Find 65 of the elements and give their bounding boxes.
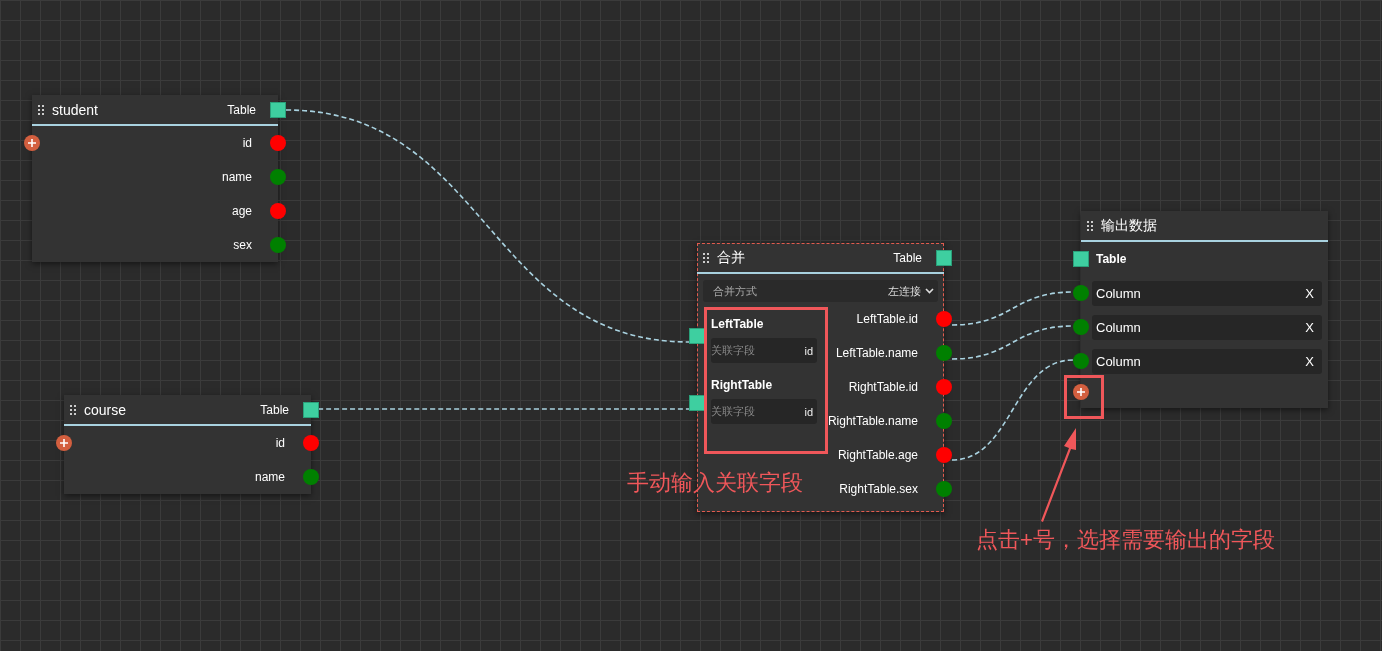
port-label: Table [227,102,256,117]
input-label: RightTable [711,377,774,394]
annotation-text: 手动输入关联字段 [627,469,803,497]
output-port[interactable] [303,435,319,451]
column-field[interactable]: Column X [1092,314,1322,340]
input-port[interactable] [1073,353,1089,369]
output-port[interactable] [270,203,286,219]
output-port[interactable] [270,237,286,253]
field-label: RightTable.sex [839,482,918,496]
field-label: name [254,470,285,484]
plus-icon [28,139,36,147]
drag-handle-icon[interactable] [70,404,76,415]
highlight-box [1064,375,1104,419]
plus-icon [60,439,68,447]
input-port[interactable] [1073,319,1089,335]
chevron-down-icon [925,288,934,294]
field-label: id [242,136,252,150]
join-key-field[interactable]: 关联字段 id [711,399,817,424]
input-port[interactable] [1073,285,1089,301]
output-port[interactable] [270,135,286,151]
input-port[interactable] [689,395,705,411]
remove-button[interactable]: X [1305,285,1314,301]
add-button[interactable] [1073,384,1089,400]
drag-handle-icon[interactable] [703,252,709,263]
plus-icon [1077,388,1085,396]
node-card[interactable] [64,395,311,494]
field-label: RightTable.name [827,414,918,428]
output-port[interactable] [936,447,952,463]
node-title: course [84,401,128,418]
output-port[interactable] [936,379,952,395]
output-port[interactable] [936,345,952,361]
node-title: 输出数据 [1101,216,1158,235]
output-port[interactable] [270,169,286,185]
port-label: Table [1096,252,1127,266]
node-title: 合并 [717,248,746,267]
field-label: id [275,436,285,450]
drag-handle-icon[interactable] [1087,220,1093,231]
join-key-field[interactable]: 关联字段 id [711,338,817,363]
node-card[interactable] [32,95,278,262]
output-port[interactable] [936,311,952,327]
remove-button[interactable]: X [1305,319,1314,335]
input-label: LeftTable [711,316,765,333]
add-button[interactable] [24,135,40,151]
port-label: Table [893,250,922,265]
remove-button[interactable]: X [1305,353,1314,369]
field-label: RightTable.age [837,448,918,462]
field-label: LeftTable.id [856,312,918,326]
field-label: age [231,204,252,218]
field-label: name [221,170,252,184]
add-button[interactable] [56,435,72,451]
input-port[interactable] [1073,251,1089,267]
input-port[interactable] [689,328,705,344]
field-label: sex [233,238,252,252]
field-label: RightTable.id [848,380,918,394]
node-title: student [52,101,99,118]
output-port[interactable] [303,469,319,485]
column-field[interactable]: Column X [1092,348,1322,374]
join-mode-dropdown[interactable]: 合并方式 左连接 [703,280,938,302]
output-port[interactable] [936,481,952,497]
annotation-text: 点击+号，选择需要输出的字段 [976,526,1275,554]
port-label: Table [260,402,289,417]
column-field[interactable]: Column X [1092,280,1322,306]
drag-handle-icon[interactable] [38,104,44,115]
output-port[interactable] [936,413,952,429]
field-label: LeftTable.name [835,346,918,360]
